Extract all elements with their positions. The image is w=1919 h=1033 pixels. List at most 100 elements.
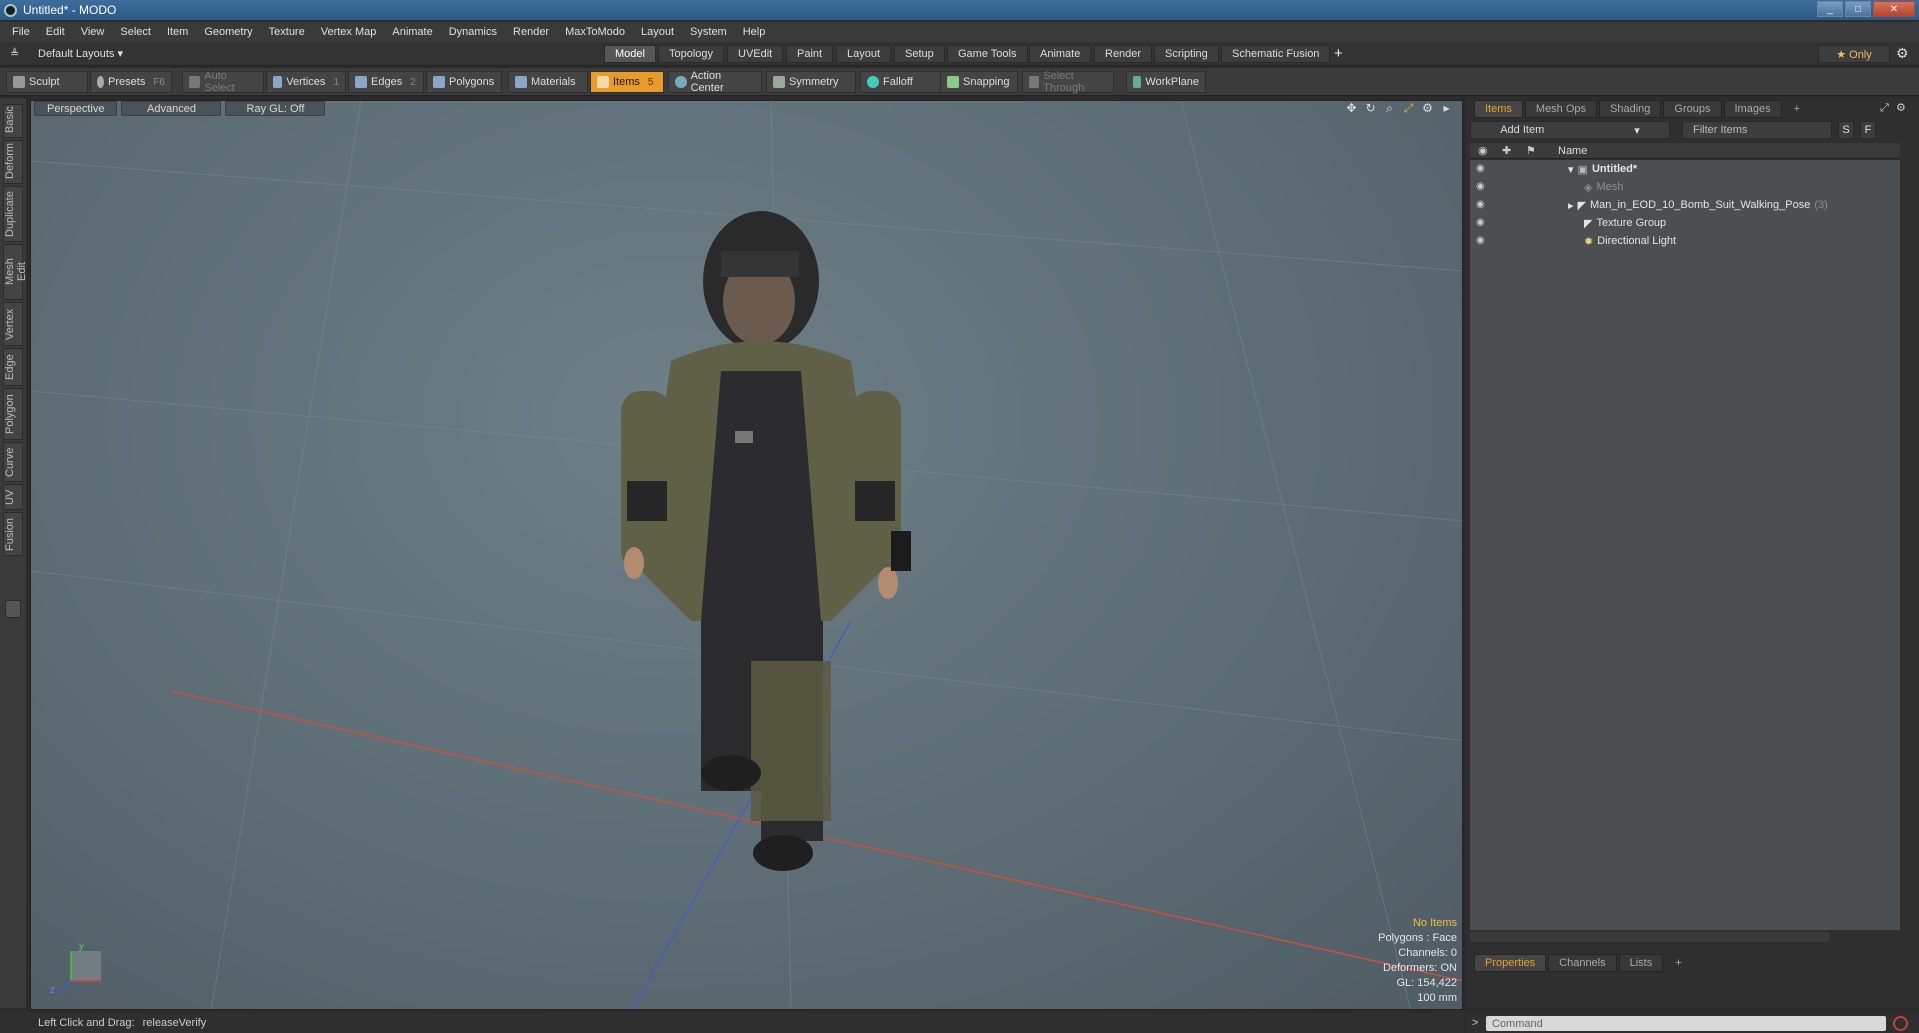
tab-lists[interactable]: Lists [1618,954,1664,972]
tab-items[interactable]: Items [1474,100,1523,118]
tab-channels[interactable]: Channels [1548,954,1617,972]
edges-button[interactable]: Edges 2 [348,71,424,93]
eye-icon[interactable]: ◉ [1476,235,1488,247]
workplane-button[interactable]: WorkPlane [1126,71,1206,93]
menu-texture[interactable]: Texture [261,26,313,38]
vtab-uv[interactable]: UV [3,484,23,510]
polygons-button[interactable]: Polygons [426,71,502,93]
list-item[interactable]: ◉ ▾ ▣ Untitled* [1470,160,1900,178]
vtab-mesh-edit[interactable]: Mesh Edit [3,244,28,300]
tab-uvedit[interactable]: UVEdit [727,45,784,63]
menu-system[interactable]: System [682,26,735,38]
pan-icon[interactable]: ✥ [1345,102,1358,115]
command-input[interactable]: Command [1486,1016,1886,1031]
add-item-dropdown[interactable]: Add Item ▾ [1470,121,1670,139]
raygl-toggle[interactable]: Ray GL: Off [225,101,326,116]
tab-mesh-ops[interactable]: Mesh Ops [1524,100,1598,118]
list-item[interactable]: ◉ ◤ Texture Group [1470,214,1900,232]
tab-properties[interactable]: Properties [1474,954,1547,972]
f-filter-button[interactable]: F [1860,121,1876,139]
vtab-basic[interactable]: Basic [3,104,23,138]
filter-items-input[interactable]: Filter Items [1682,121,1832,139]
add-prop-tab-icon[interactable]: + [1665,954,1691,972]
tab-setup[interactable]: Setup [894,45,945,63]
menu-edit[interactable]: Edit [38,26,73,38]
maximize-button[interactable]: □ [1845,1,1871,17]
menu-render[interactable]: Render [505,26,557,38]
horizontal-scrollbar[interactable] [1470,932,1830,942]
vtab-polygon[interactable]: Polygon [3,388,23,440]
menu-geometry[interactable]: Geometry [196,26,260,38]
presets-button[interactable]: Presets F6 [90,71,172,93]
vtab-curve[interactable]: Curve [3,442,23,482]
advanced-dropdown[interactable]: Advanced [121,101,222,116]
menu-maxtomodo[interactable]: MaxToModo [557,26,633,38]
falloff-button[interactable]: Falloff [860,71,946,93]
zoom-icon[interactable]: ⌕ [1383,102,1396,115]
panel-gear-icon[interactable]: ⚙ [1896,101,1906,114]
rotate-icon[interactable]: ↻ [1364,102,1377,115]
add-layout-icon[interactable]: + [1334,45,1343,62]
eye-icon[interactable]: ◉ [1476,217,1488,229]
layout-arrow-icon[interactable]: ≜ [10,47,19,60]
eye-icon[interactable]: ◉ [1476,199,1488,211]
tab-groups[interactable]: Groups [1663,100,1722,118]
vertices-button[interactable]: Vertices 1 [266,71,346,93]
menu-help[interactable]: Help [735,26,774,38]
menu-dynamics[interactable]: Dynamics [441,26,505,38]
vtab-vertex[interactable]: Vertex [3,302,23,346]
tab-schematic-fusion[interactable]: Schematic Fusion [1221,45,1331,63]
menu-vertex-map[interactable]: Vertex Map [313,26,385,38]
close-button[interactable]: ✕ [1873,1,1915,17]
tab-animate[interactable]: Animate [1029,45,1092,63]
menu-animate[interactable]: Animate [384,26,440,38]
auto-select-button[interactable]: Auto Select [182,70,264,94]
vtab-edge[interactable]: Edge [3,348,23,386]
perspective-dropdown[interactable]: Perspective [34,101,118,116]
menu-file[interactable]: File [4,26,38,38]
record-icon[interactable] [1893,1016,1908,1031]
menu-layout[interactable]: Layout [633,26,682,38]
eye-icon[interactable]: ◉ [1476,181,1488,193]
tab-scripting[interactable]: Scripting [1154,45,1219,63]
only-toggle[interactable]: ★ Only [1818,45,1890,63]
fit-icon[interactable]: ⤢ [1402,102,1415,115]
minimize-button[interactable]: _ [1817,1,1843,17]
name-column-header[interactable]: Name [1558,145,1587,157]
vtab-duplicate[interactable]: Duplicate [3,186,23,242]
materials-button[interactable]: Materials [508,71,588,93]
s-filter-button[interactable]: S [1838,121,1854,139]
tab-game-tools[interactable]: Game Tools [947,45,1028,63]
items-button[interactable]: Items 5 [590,71,664,93]
tab-layout[interactable]: Layout [836,45,892,63]
tab-images[interactable]: Images [1723,100,1782,118]
tab-paint[interactable]: Paint [786,45,834,63]
3d-viewport[interactable]: z y [30,100,1463,1010]
list-item[interactable]: ◉ ◈ Mesh [1470,178,1900,196]
eye-icon[interactable]: ◉ [1476,163,1488,175]
add-tab-icon[interactable]: + [1784,100,1810,118]
expand-arrow-icon[interactable]: ▸ [1568,199,1574,212]
tab-model[interactable]: Model [604,45,656,63]
list-item[interactable]: ◉ ✹ Directional Light [1470,232,1900,250]
viewport-settings-icon[interactable]: ⚙ [1421,102,1434,115]
menu-view[interactable]: View [73,26,113,38]
action-center-button[interactable]: Action Center [668,70,762,94]
palette-toggle-button[interactable] [5,600,21,618]
panel-expand-icon[interactable]: ⤢ [1880,102,1889,115]
menu-item[interactable]: Item [159,26,196,38]
layout-dropdown[interactable]: Default Layouts ▾ [38,47,123,60]
tab-render[interactable]: Render [1094,45,1153,63]
symmetry-button[interactable]: Symmetry [766,71,856,93]
snapping-button[interactable]: Snapping [940,71,1018,93]
select-through-button[interactable]: Select Through [1022,70,1114,94]
collapse-arrow-icon[interactable]: ▾ [1568,163,1574,176]
viewport-expand-icon[interactable]: ▸ [1440,102,1453,115]
vtab-deform[interactable]: Deform [3,140,23,184]
vtab-fusion[interactable]: Fusion [3,512,23,556]
tab-shading[interactable]: Shading [1599,100,1662,118]
menu-select[interactable]: Select [112,26,159,38]
tab-topology[interactable]: Topology [658,45,725,63]
list-item[interactable]: ◉ ▸ ◤ Man_in_EOD_10_Bomb_Suit_Walking_Pose… [1470,196,1900,214]
sculpt-button[interactable]: Sculpt [6,71,88,93]
